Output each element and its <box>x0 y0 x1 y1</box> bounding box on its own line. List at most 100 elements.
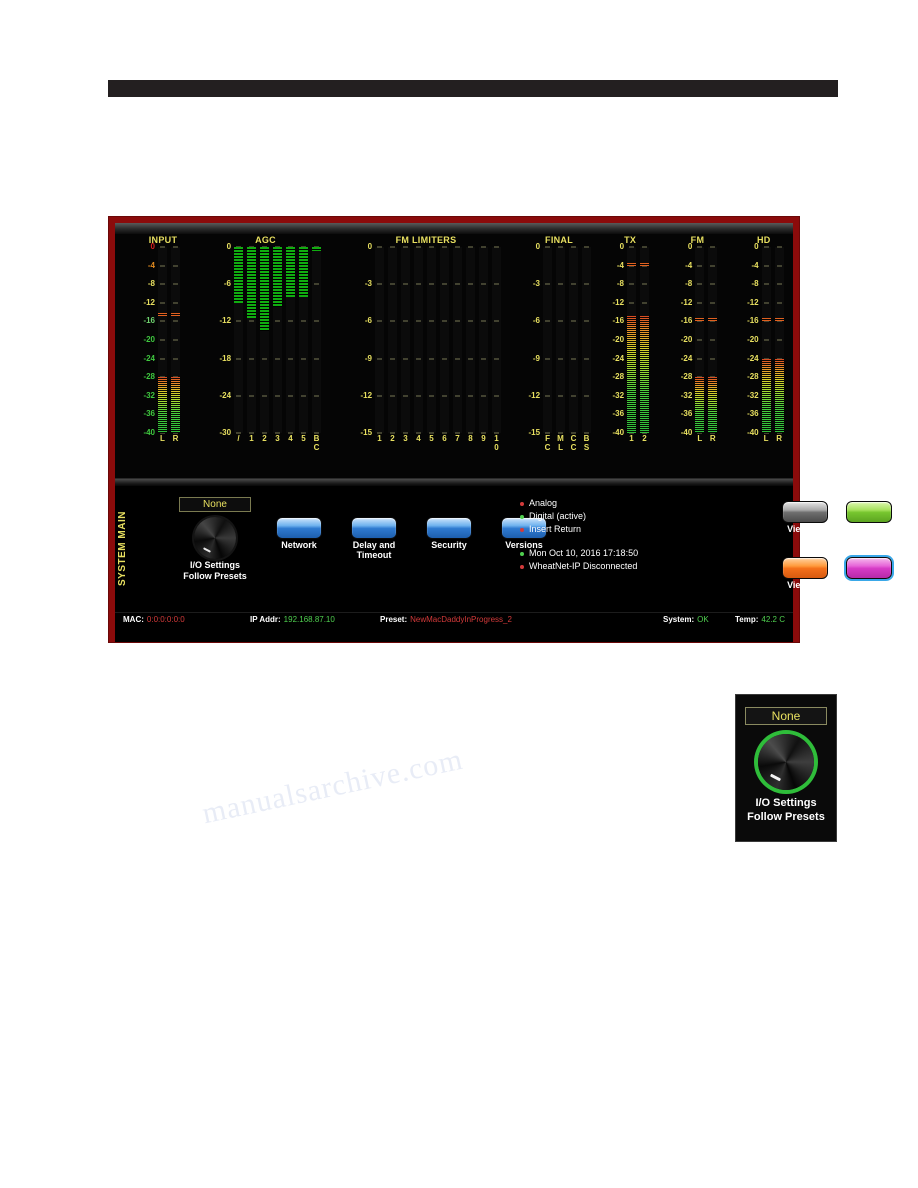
nav-button-security[interactable]: Security <box>425 517 473 550</box>
meter-bar-tick <box>642 283 648 285</box>
meter-bar-tick <box>403 320 409 322</box>
status-mac-value: 0:0:0:0:0:0 <box>146 615 185 624</box>
meter-bar-tick <box>236 432 242 434</box>
meter-bar-tick <box>710 358 716 360</box>
nav-button-face[interactable] <box>426 517 472 539</box>
meter-bar-tick <box>481 395 487 397</box>
inset-value: None <box>745 707 827 725</box>
meter-bar <box>400 246 411 434</box>
meter-bar <box>426 246 437 434</box>
nav-button-face[interactable] <box>276 517 322 539</box>
meter-bar-tick <box>403 358 409 360</box>
scale-tick: -12 <box>528 390 541 400</box>
meter-bar-tick <box>697 358 703 360</box>
meter-bar-tick <box>160 302 165 304</box>
meter-bar-tick <box>275 358 281 360</box>
meter-bars <box>374 246 504 434</box>
scale-tick: 0 <box>754 242 759 251</box>
mode-button-label: View FM <box>787 524 823 534</box>
meter-bar-tick <box>455 395 461 397</box>
meter-bar <box>272 246 283 434</box>
meter-scale: 0 -6 -12 -18 -24 -30 <box>207 243 233 437</box>
mode-button-face[interactable] <box>782 557 828 579</box>
scale-tick: -24 <box>680 353 693 363</box>
meter-bar-tick <box>314 283 320 285</box>
meter-bar-well <box>388 247 398 433</box>
device-screen: INPUT 0 -4 -8 -12 -16 -20 -24 -28 -32 -36 -40 L R AGC 0… <box>115 223 892 642</box>
nav-button-delay-timeout[interactable]: Delay and Timeout <box>350 517 398 560</box>
meter-bar-tick <box>249 358 255 360</box>
meter-bar-tick <box>275 432 281 434</box>
meter-bar-tick <box>236 395 242 397</box>
meter-bar-tick <box>629 246 635 248</box>
meter-bar-tick <box>558 246 564 248</box>
scale-tick: 0 <box>150 242 155 251</box>
scale-tick: -18 <box>219 353 232 363</box>
nav-button-label: Delay and Timeout <box>352 540 396 560</box>
io-settings-knob[interactable] <box>194 517 236 559</box>
meter-bar-tick <box>710 339 716 341</box>
meter-peak-indicator <box>627 262 637 266</box>
meter-bar-tick <box>481 320 487 322</box>
meter-bar-fill <box>247 247 257 318</box>
mode-button-view-hd[interactable]: View HD <box>781 557 829 590</box>
nav-button-face[interactable] <box>351 517 397 539</box>
meter-bar-tick <box>314 432 320 434</box>
meter-bar-tick <box>455 320 461 322</box>
scale-tick: -36 <box>747 409 759 419</box>
scale-tick: -16 <box>747 316 759 326</box>
meter-bar-tick <box>275 395 281 397</box>
meter-bar-tick <box>642 302 648 304</box>
meter-bar-tick <box>160 265 165 267</box>
meter-bar-tick <box>545 395 551 397</box>
meter-bar-tick <box>545 358 551 360</box>
meter-bar-tick <box>429 320 435 322</box>
meter-bar-tick <box>763 246 769 248</box>
mode-button-meters-analysis[interactable]: Meters / Analysis <box>845 557 893 600</box>
meter-bar-tick <box>249 432 255 434</box>
meter-scale: 0 -4 -8 -12 -16 -20 -24 -28 -32 -36 -40 <box>668 243 694 437</box>
mode-button-presets[interactable]: Presets <box>845 501 893 534</box>
meter-group-title: HD <box>757 235 771 245</box>
meter-bar-label: / <box>237 434 240 443</box>
meter-bar <box>413 246 424 434</box>
status-temp-key: Temp: <box>735 615 759 624</box>
scale-tick: -30 <box>219 428 232 437</box>
meter-bar-tick <box>314 358 320 360</box>
mode-button-face[interactable] <box>846 501 892 523</box>
io-settings-knob-block[interactable]: None I/O Settings Follow Presets <box>163 497 267 582</box>
meter-bar-tick <box>377 246 383 248</box>
status-ip-value: 192.168.87.10 <box>283 615 335 624</box>
meter-bar-labels: LR <box>694 434 720 443</box>
meter-bar-tick <box>160 358 165 360</box>
mode-button-face[interactable] <box>846 557 892 579</box>
nav-button-network[interactable]: Network <box>275 517 323 550</box>
scale-tick: -16 <box>143 316 155 326</box>
scale-tick: -24 <box>747 353 759 363</box>
io-settings-value[interactable]: None <box>179 497 251 512</box>
meter-bar-tick <box>160 283 165 285</box>
meter-bar-well <box>569 247 579 433</box>
meters-top-strip <box>115 223 793 234</box>
status-item: Mon Oct 10, 2016 17:18:50 <box>520 547 700 560</box>
meter-bar <box>285 246 296 434</box>
meter-bar-tick <box>288 320 294 322</box>
meter-bar-fill <box>774 358 784 433</box>
meter-bar-tick <box>494 395 500 397</box>
mode-button-view-fm[interactable]: View FM <box>781 501 829 534</box>
meter-bar-tick <box>377 395 383 397</box>
scale-tick: -40 <box>143 428 155 437</box>
meter-bar-fill <box>234 247 244 303</box>
meter-bar-tick <box>455 432 461 434</box>
scale-tick: -16 <box>680 316 693 326</box>
meter-bar <box>694 246 705 434</box>
meter-bars-wrap: 12 <box>626 246 652 443</box>
meter-bar-labels: 123456789 10 <box>374 434 504 452</box>
meter-bar-well <box>414 247 424 433</box>
scale-tick: -4 <box>147 260 155 270</box>
meter-bar-tick <box>545 320 551 322</box>
scale-tick: -28 <box>747 372 759 382</box>
io-settings-label-line2: Follow Presets <box>183 571 247 581</box>
status-led-icon <box>520 514 524 519</box>
mode-button-face[interactable] <box>782 501 828 523</box>
